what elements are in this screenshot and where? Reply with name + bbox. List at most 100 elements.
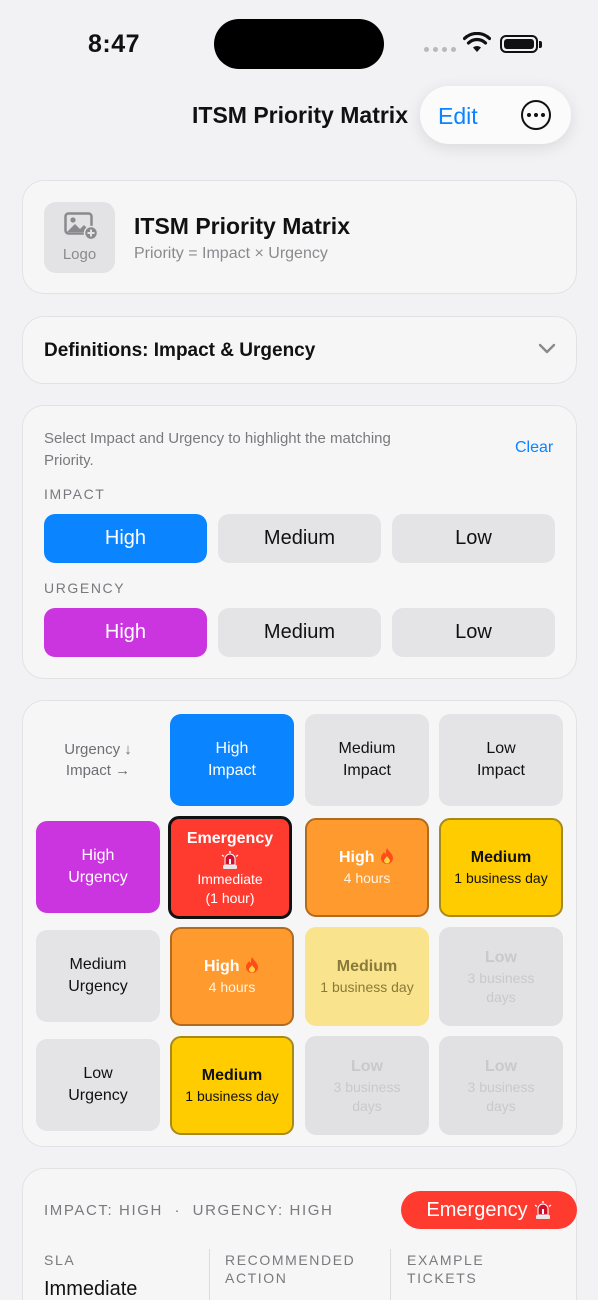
summary-separator: · <box>174 1202 182 1219</box>
battery-icon <box>500 35 542 53</box>
priority-title: Medium <box>336 958 398 975</box>
status-time: 8:47 <box>88 30 141 58</box>
col-header-line2: Impact <box>476 762 525 779</box>
cellular-signal-icon <box>424 47 456 52</box>
priority-title: Low <box>485 948 517 966</box>
priority-badge-label: Emergency <box>426 1198 528 1221</box>
cell-emergency[interactable]: Emergency Immediate (1 hour) <box>168 816 292 919</box>
definitions-disclosure[interactable]: Definitions: Impact & Urgency <box>22 316 577 384</box>
sla-text: 3 business <box>467 1078 535 1095</box>
siren-icon <box>534 1201 551 1219</box>
row-header-line2: Urgency <box>68 978 128 995</box>
definitions-label: Definitions: Impact & Urgency <box>44 340 316 361</box>
sla-text: 1 business day <box>185 1088 279 1104</box>
sla-text-detail: days <box>352 1097 382 1114</box>
cell-medium[interactable]: Medium 1 business day <box>170 1036 294 1135</box>
dynamic-island <box>214 19 384 69</box>
urgency-high-button[interactable]: High <box>44 608 207 657</box>
col-header-high-impact[interactable]: High Impact <box>170 714 294 806</box>
edit-button[interactable]: Edit <box>438 103 478 130</box>
add-photo-icon <box>64 212 98 240</box>
sla-text: 3 business <box>333 1078 401 1095</box>
sla-text: 3 business <box>467 969 535 986</box>
app-subtitle: Priority = Impact × Urgency <box>134 245 328 262</box>
clear-button[interactable]: Clear <box>515 439 553 457</box>
priority-badge: Emergency <box>401 1191 577 1229</box>
chevron-down-icon <box>538 343 556 354</box>
cell-high[interactable]: High 4 hours <box>170 927 294 1026</box>
cell-medium[interactable]: Medium 1 business day <box>305 927 429 1026</box>
fire-icon <box>381 848 393 864</box>
sla-text-detail: (1 hour) <box>205 889 255 906</box>
priority-title: Low <box>351 1057 383 1075</box>
fire-icon <box>246 957 258 973</box>
sla-text: Immediate <box>197 870 263 887</box>
wifi-icon <box>463 32 491 52</box>
urgency-summary: URGENCY: HIGH <box>192 1202 334 1219</box>
priority-detail-card: IMPACT: HIGH · URGENCY: HIGH Emergency S… <box>22 1168 577 1300</box>
app-screen: 8:47 ITSM Priority Matrix Edit Logo ITSM… <box>0 0 598 1300</box>
col-header-low-impact[interactable]: Low Impact <box>439 714 563 806</box>
ellipsis-circle-icon[interactable] <box>521 100 551 130</box>
priority-title: Low <box>485 1057 517 1075</box>
priority-title: High <box>339 849 375 866</box>
priority-matrix: Urgency ↓ Impact → High Impact Medium Im… <box>22 700 577 1147</box>
cell-high[interactable]: High 4 hours <box>305 818 429 917</box>
priority-title: Medium <box>470 849 532 866</box>
sla-column-label: SLA <box>44 1252 76 1268</box>
priority-title: Medium <box>201 1067 263 1084</box>
column-divider <box>209 1249 210 1300</box>
col-header-line1: High <box>215 740 249 757</box>
tickets-label-line2: TICKETS <box>407 1270 478 1286</box>
selection-summary: IMPACT: HIGH · URGENCY: HIGH <box>44 1202 333 1219</box>
sla-text-detail: days <box>486 988 516 1005</box>
action-label-line2: ACTION <box>225 1270 288 1286</box>
col-header-line2: Impact <box>207 762 256 779</box>
impact-medium-button[interactable]: Medium <box>218 514 381 563</box>
urgency-medium-button[interactable]: Medium <box>218 608 381 657</box>
row-header-low-urgency[interactable]: Low Urgency <box>36 1039 160 1131</box>
row-header-line2: Urgency <box>68 869 128 886</box>
sla-value: Immediate <box>44 1278 138 1300</box>
row-header-line1: Medium <box>69 956 127 973</box>
row-header-line1: Low <box>83 1065 113 1082</box>
row-header-line1: High <box>81 847 115 864</box>
selector-card: Select Impact and Urgency to highlight t… <box>22 405 577 679</box>
priority-title: Emergency <box>186 829 274 847</box>
urgency-low-button[interactable]: Low <box>392 608 555 657</box>
matrix-axis-legend: Urgency ↓ Impact → <box>36 714 160 806</box>
action-column-label: RECOMMENDED ACTION <box>225 1251 355 1287</box>
impact-axis-label: Impact → <box>65 762 131 779</box>
row-header-medium-urgency[interactable]: Medium Urgency <box>36 930 160 1022</box>
row-header-line2: Urgency <box>68 1087 128 1104</box>
row-header-high-urgency[interactable]: High Urgency <box>36 821 160 913</box>
sla-text: 1 business day <box>320 979 414 995</box>
urgency-axis-label: Urgency ↓ <box>64 741 132 758</box>
col-header-medium-impact[interactable]: Medium Impact <box>305 714 429 806</box>
cell-low[interactable]: Low 3 business days <box>439 927 563 1026</box>
impact-summary: IMPACT: HIGH <box>44 1202 163 1219</box>
tickets-column-label: EXAMPLE TICKETS <box>407 1251 484 1287</box>
urgency-label: URGENCY <box>44 580 126 596</box>
nav-actions: Edit <box>420 86 571 144</box>
action-label-line1: RECOMMENDED <box>225 1252 356 1268</box>
col-header-line1: Medium <box>338 740 396 757</box>
impact-low-button[interactable]: Low <box>392 514 555 563</box>
tickets-label-line1: EXAMPLE <box>407 1252 485 1268</box>
col-header-line2: Impact <box>342 762 391 779</box>
selector-hint: Select Impact and Urgency to highlight t… <box>44 430 391 469</box>
cell-low[interactable]: Low 3 business days <box>305 1036 429 1135</box>
cell-low[interactable]: Low 3 business days <box>439 1036 563 1135</box>
col-header-line1: Low <box>486 740 516 757</box>
logo-placeholder[interactable]: Logo <box>44 202 115 273</box>
sla-text: 4 hours <box>343 870 391 886</box>
sla-text: 4 hours <box>208 979 256 995</box>
cell-medium[interactable]: Medium 1 business day <box>439 818 563 917</box>
column-divider <box>390 1249 391 1300</box>
priority-title: High <box>204 958 240 975</box>
header-card: Logo ITSM Priority Matrix Priority = Imp… <box>22 180 577 294</box>
app-title: ITSM Priority Matrix <box>134 213 350 239</box>
siren-icon <box>221 850 239 869</box>
impact-high-button[interactable]: High <box>44 514 207 563</box>
sla-text-detail: days <box>486 1097 516 1114</box>
